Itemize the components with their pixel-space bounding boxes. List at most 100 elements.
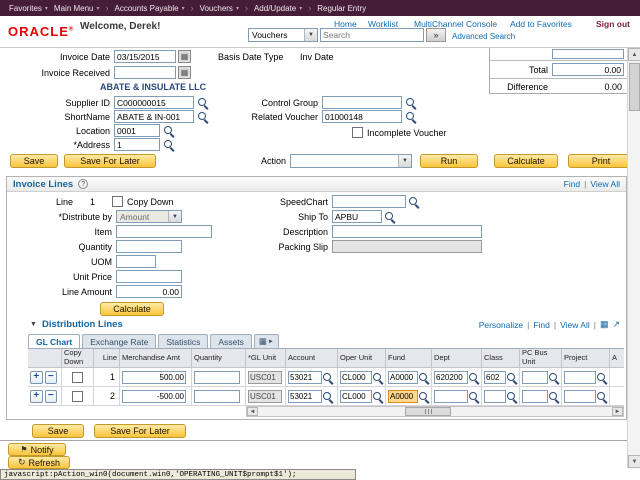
supplier-id-input[interactable]	[114, 96, 194, 109]
supplier-id-lookup-icon[interactable]	[197, 97, 209, 109]
breadcrumb-item-accounts-payable[interactable]: Accounts Payable▾	[115, 4, 185, 13]
view-all-link[interactable]: View All	[560, 320, 590, 330]
horizontal-scrollbar-thumb[interactable]	[405, 407, 451, 416]
breadcrumb-item-add-update[interactable]: Add/Update▾	[254, 4, 302, 13]
merchandise-amt-input[interactable]	[122, 371, 186, 384]
fund-input[interactable]	[388, 371, 418, 384]
account-input[interactable]	[288, 390, 322, 403]
find-link[interactable]: Find	[564, 179, 581, 189]
copy-down-checkbox[interactable]	[72, 372, 83, 383]
invoice-date-input[interactable]	[114, 50, 176, 63]
vertical-scrollbar-thumb[interactable]	[629, 63, 640, 111]
dept-input[interactable]	[434, 371, 468, 384]
personalize-link[interactable]: Personalize	[479, 320, 523, 330]
item-input[interactable]	[116, 225, 212, 238]
copy-down-checkbox[interactable]	[112, 196, 123, 207]
class-input[interactable]	[484, 371, 506, 384]
oper-unit-lookup-icon[interactable]	[372, 391, 383, 402]
speedchart-lookup-icon[interactable]	[408, 196, 420, 208]
fund-input[interactable]	[388, 390, 418, 403]
project-input[interactable]	[564, 371, 596, 384]
location-input[interactable]	[114, 124, 160, 137]
calculate-button[interactable]: Calculate	[494, 154, 558, 168]
project-input[interactable]	[564, 390, 596, 403]
notify-button[interactable]: ⚑Notify	[8, 443, 66, 456]
popup-window-icon[interactable]: ↗	[612, 319, 620, 330]
oper-unit-lookup-icon[interactable]	[372, 372, 383, 383]
print-button[interactable]: Print	[568, 154, 634, 168]
breadcrumb-item-main-menu[interactable]: Main Menu▾	[54, 4, 100, 13]
refresh-button[interactable]: ↻Refresh	[8, 456, 70, 469]
scroll-down-icon[interactable]: ▼	[628, 455, 640, 468]
oper-unit-input[interactable]	[340, 390, 372, 403]
speedchart-input[interactable]	[332, 195, 406, 208]
scroll-right-icon[interactable]: ►	[612, 407, 623, 416]
class-lookup-icon[interactable]	[506, 372, 517, 383]
account-input[interactable]	[288, 371, 322, 384]
save-button-bottom[interactable]: Save	[32, 424, 84, 438]
project-lookup-icon[interactable]	[596, 372, 607, 383]
calculate-line-button[interactable]: Calculate	[100, 302, 164, 316]
dept-lookup-icon[interactable]	[468, 372, 479, 383]
totals-partial-input[interactable]	[552, 49, 624, 59]
description-input[interactable]	[332, 225, 482, 238]
breadcrumb-item-favorites[interactable]: Favorites▾	[9, 4, 48, 13]
show-all-columns-button[interactable]: ▦►	[254, 334, 279, 348]
help-icon[interactable]: ?	[78, 179, 88, 189]
dept-lookup-icon[interactable]	[468, 391, 479, 402]
pc-bus-unit-input[interactable]	[522, 390, 548, 403]
search-go-button[interactable]: »	[426, 28, 446, 42]
add-row-button[interactable]: +	[30, 371, 43, 384]
pc-bus-unit-lookup-icon[interactable]	[548, 391, 559, 402]
project-lookup-icon[interactable]	[596, 391, 607, 402]
address-lookup-icon[interactable]	[163, 139, 175, 151]
incomplete-voucher-checkbox[interactable]	[352, 127, 363, 138]
pc-bus-unit-lookup-icon[interactable]	[548, 372, 559, 383]
class-lookup-icon[interactable]	[506, 391, 517, 402]
pc-bus-unit-input[interactable]	[522, 371, 548, 384]
vertical-scrollbar[interactable]: ▲ ▼	[627, 48, 640, 468]
view-all-link[interactable]: View All	[590, 179, 620, 189]
merchandise-amt-input[interactable]	[122, 390, 186, 403]
control-group-lookup-icon[interactable]	[405, 97, 417, 109]
account-lookup-icon[interactable]	[322, 391, 333, 402]
delete-row-button[interactable]: −	[45, 371, 58, 384]
advanced-search-link[interactable]: Advanced Search	[452, 32, 515, 41]
download-to-excel-icon[interactable]: ▦	[600, 319, 609, 330]
run-button[interactable]: Run	[420, 154, 478, 168]
find-link[interactable]: Find	[533, 320, 550, 330]
breadcrumb-item-regular-entry[interactable]: Regular Entry	[317, 4, 366, 13]
delete-row-button[interactable]: −	[45, 390, 58, 403]
related-voucher-input[interactable]	[322, 110, 402, 123]
dept-input[interactable]	[434, 390, 468, 403]
horizontal-scrollbar[interactable]: ◄ ►	[246, 406, 624, 417]
search-input[interactable]	[320, 28, 424, 42]
calendar-icon[interactable]: ▦	[178, 50, 191, 63]
quantity-input[interactable]	[116, 240, 182, 253]
fund-lookup-icon[interactable]	[418, 391, 429, 402]
uom-input[interactable]	[116, 255, 156, 268]
tab-gl-chart[interactable]: GL Chart	[28, 334, 80, 348]
shortname-input[interactable]	[114, 110, 194, 123]
address-input[interactable]	[114, 138, 160, 151]
ship-to-input[interactable]	[332, 210, 382, 223]
tab-statistics[interactable]: Statistics	[158, 334, 208, 348]
invoice-received-input[interactable]	[114, 66, 176, 79]
save-button[interactable]: Save	[10, 154, 58, 168]
save-for-later-button-bottom[interactable]: Save For Later	[94, 424, 186, 438]
related-voucher-lookup-icon[interactable]	[405, 111, 417, 123]
tab-assets[interactable]: Assets	[210, 334, 252, 348]
account-lookup-icon[interactable]	[322, 372, 333, 383]
quantity-input[interactable]	[194, 371, 240, 384]
add-to-favorites-link[interactable]: Add to Favorites	[510, 19, 572, 29]
copy-down-checkbox[interactable]	[72, 391, 83, 402]
shortname-lookup-icon[interactable]	[197, 111, 209, 123]
control-group-input[interactable]	[322, 96, 402, 109]
calendar-icon[interactable]: ▦	[178, 66, 191, 79]
action-select[interactable]: ▼	[290, 154, 412, 168]
search-scope-select[interactable]: Vouchers ▼	[248, 28, 318, 42]
class-input[interactable]	[484, 390, 506, 403]
oper-unit-input[interactable]	[340, 371, 372, 384]
quantity-input[interactable]	[194, 390, 240, 403]
unit-price-input[interactable]	[116, 270, 182, 283]
